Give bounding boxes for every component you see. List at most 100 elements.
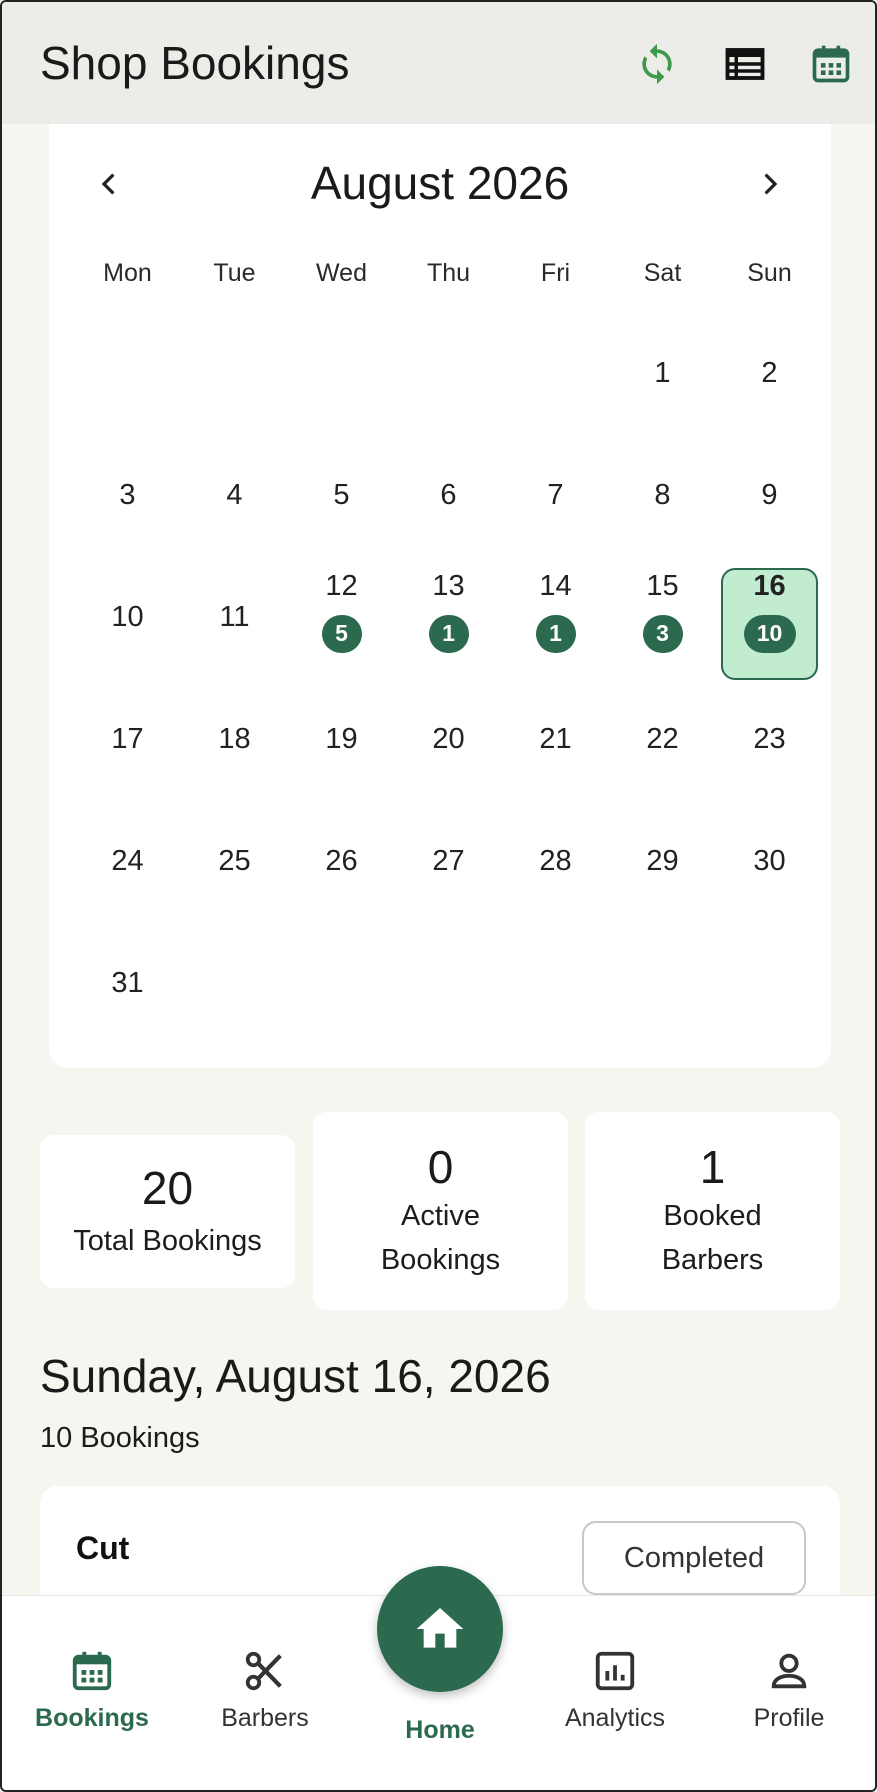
booking-service-name: Cut bbox=[76, 1530, 130, 1566]
day-number: 26 bbox=[325, 844, 358, 877]
calendar-day[interactable]: 10 bbox=[74, 556, 181, 678]
calendar-day[interactable]: 21 bbox=[502, 678, 609, 800]
app-screen: Shop Bookings August 2026 Mon Tue Wed Thu Fr… bbox=[0, 0, 877, 1792]
calendar-day[interactable]: 17 bbox=[74, 678, 181, 800]
calendar-day[interactable]: 11 bbox=[181, 556, 288, 678]
calendar-card: August 2026 Mon Tue Wed Thu Fri Sat Sun 123456… bbox=[49, 124, 831, 1068]
total-bookings-value: 20 bbox=[141, 1161, 194, 1214]
active-bookings-label-line1: Active bbox=[401, 1200, 480, 1232]
calendar-day[interactable]: 8 bbox=[609, 434, 716, 556]
nav-label-analytics: Analytics bbox=[564, 1704, 666, 1732]
calendar-day[interactable]: 3 bbox=[74, 434, 181, 556]
calendar-day-selected[interactable]: 16 10 bbox=[716, 556, 823, 680]
day-number: 12 bbox=[325, 569, 358, 602]
calendar-empty-cell bbox=[74, 312, 181, 434]
day-number: 11 bbox=[219, 600, 250, 633]
calendar-day[interactable]: 28 bbox=[502, 800, 609, 922]
booking-count-badge: 1 bbox=[428, 614, 469, 653]
day-number: 5 bbox=[333, 478, 350, 511]
calendar-day[interactable]: 15 3 bbox=[609, 556, 716, 678]
total-bookings-label: Total Bookings bbox=[73, 1224, 262, 1257]
list-view-icon[interactable] bbox=[719, 38, 771, 90]
calendar-day[interactable]: 2 bbox=[716, 312, 823, 434]
calendar-icon bbox=[72, 1651, 112, 1691]
home-icon bbox=[416, 1608, 464, 1648]
day-number: 8 bbox=[654, 478, 671, 511]
calendar-day[interactable]: 19 bbox=[288, 678, 395, 800]
calendar-day[interactable]: 25 bbox=[181, 800, 288, 922]
calendar-day[interactable]: 27 bbox=[395, 800, 502, 922]
nav-label-home[interactable]: Home bbox=[370, 1716, 510, 1745]
calendar-day[interactable]: 24 bbox=[74, 800, 181, 922]
calendar-empty-cell bbox=[288, 312, 395, 434]
person-icon bbox=[771, 1653, 807, 1689]
day-number: 3 bbox=[119, 478, 136, 511]
selected-date-heading: Sunday, August 16, 2026 bbox=[40, 1350, 551, 1402]
nav-label-bookings: Bookings bbox=[35, 1704, 149, 1732]
nav-label-profile: Profile bbox=[753, 1704, 825, 1732]
day-number: 15 bbox=[646, 569, 679, 602]
weekday-label: Sat bbox=[643, 259, 682, 287]
calendar-day[interactable]: 30 bbox=[716, 800, 823, 922]
day-number: 21 bbox=[539, 722, 572, 755]
calendar-day[interactable]: 20 bbox=[395, 678, 502, 800]
day-number: 30 bbox=[753, 844, 786, 877]
weekday-label: Tue bbox=[213, 259, 256, 287]
calendar-day[interactable]: 7 bbox=[502, 434, 609, 556]
calendar-day[interactable]: 22 bbox=[609, 678, 716, 800]
calendar-day[interactable]: 31 bbox=[74, 922, 181, 1044]
active-bookings-value: 0 bbox=[427, 1141, 454, 1193]
weekday-label: Thu bbox=[426, 259, 471, 287]
day-number: 22 bbox=[646, 722, 679, 755]
nav-item-analytics[interactable]: Analytics bbox=[545, 1648, 685, 1733]
bookings-count-label: 10 Bookings bbox=[40, 1422, 200, 1454]
nav-label-barbers: Barbers bbox=[221, 1704, 309, 1732]
calendar-day[interactable]: 29 bbox=[609, 800, 716, 922]
next-month-button[interactable] bbox=[746, 160, 794, 208]
calendar-day[interactable]: 5 bbox=[288, 434, 395, 556]
day-number: 28 bbox=[539, 844, 572, 877]
day-number: 18 bbox=[218, 722, 251, 755]
calendar-day[interactable]: 23 bbox=[716, 678, 823, 800]
day-number: 7 bbox=[547, 478, 564, 511]
calendar-day[interactable]: 13 1 bbox=[395, 556, 502, 678]
calendar-view-icon[interactable] bbox=[805, 38, 857, 90]
calendar-empty-cell bbox=[502, 312, 609, 434]
status-badge: Completed bbox=[582, 1521, 806, 1595]
weekday-label: Mon bbox=[103, 259, 152, 287]
booking-count-badge: 10 bbox=[743, 614, 796, 653]
nav-item-barbers[interactable]: Barbers bbox=[195, 1648, 335, 1733]
calendar-empty-cell bbox=[181, 312, 288, 434]
weekday-label: Fri bbox=[540, 259, 571, 287]
day-number: 6 bbox=[440, 478, 457, 511]
scissors-icon bbox=[245, 1651, 282, 1691]
day-number: 24 bbox=[111, 844, 144, 877]
calendar-day[interactable]: 14 1 bbox=[502, 556, 609, 678]
active-bookings-label-line2: Bookings bbox=[380, 1244, 501, 1276]
nav-item-bookings[interactable]: Bookings bbox=[22, 1648, 162, 1733]
calendar-day[interactable]: 6 bbox=[395, 434, 502, 556]
day-number: 20 bbox=[432, 722, 465, 755]
home-button[interactable] bbox=[377, 1566, 503, 1692]
booked-barbers-stat: 1 Booked Barbers bbox=[585, 1112, 840, 1310]
calendar-day[interactable]: 1 bbox=[609, 312, 716, 434]
calendar-day[interactable]: 18 bbox=[181, 678, 288, 800]
calendar-day[interactable]: 12 5 bbox=[288, 556, 395, 678]
day-number: 14 bbox=[539, 569, 572, 602]
booking-count-badge: 1 bbox=[535, 614, 576, 653]
day-number: 1 bbox=[654, 356, 671, 389]
day-number: 4 bbox=[226, 478, 243, 511]
total-bookings-stat: 20 Total Bookings bbox=[40, 1135, 295, 1288]
active-bookings-stat: 0 Active Bookings bbox=[313, 1112, 568, 1310]
page-title: Shop Bookings bbox=[40, 37, 350, 89]
booking-count-badge: 3 bbox=[642, 614, 683, 653]
nav-item-profile[interactable]: Profile bbox=[719, 1648, 859, 1733]
weekday-header: Mon Tue Wed Thu Fri Sat Sun bbox=[74, 259, 823, 288]
weekday-label: Sun bbox=[747, 259, 792, 287]
calendar-day[interactable]: 26 bbox=[288, 800, 395, 922]
calendar-month-label: August 2026 bbox=[310, 157, 570, 209]
calendar-day[interactable]: 9 bbox=[716, 434, 823, 556]
calendar-day[interactable]: 4 bbox=[181, 434, 288, 556]
day-number: 10 bbox=[111, 600, 144, 633]
refresh-icon[interactable] bbox=[631, 38, 683, 90]
